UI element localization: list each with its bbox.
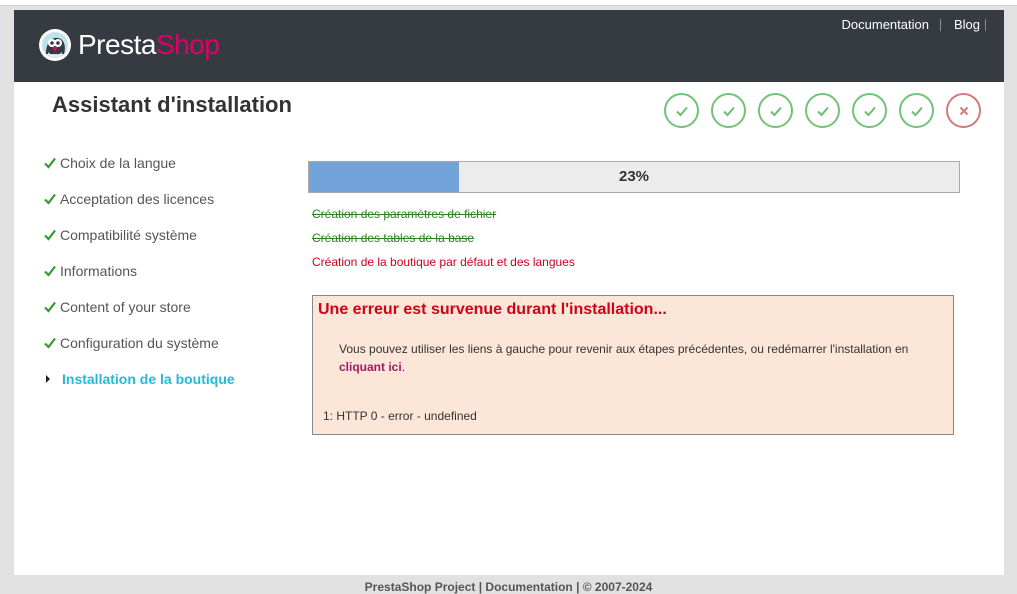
- sidebar-step-label: Informations: [60, 263, 138, 279]
- installer-page: PrestaShop Documentation Blog Assistant …: [14, 10, 1004, 575]
- progress-percent: 23%: [618, 168, 650, 185]
- task-item: Création de la boutique par défaut et de…: [312, 255, 575, 269]
- sidebar-step-label: Installation de la boutique: [62, 371, 235, 387]
- error-panel: Une erreur est survenue durant l'install…: [312, 295, 954, 435]
- nav-separator: [985, 18, 986, 31]
- page-title: Assistant d'installation: [52, 92, 292, 117]
- restart-link[interactable]: cliquant ici: [339, 360, 402, 374]
- progress-bar: 23%: [308, 161, 960, 193]
- error-message-end: .: [401, 360, 406, 374]
- sidebar-step-item[interactable]: Installation de la boutique: [44, 371, 235, 407]
- sidebar-step-label: Configuration du système: [60, 335, 219, 351]
- check-icon: [664, 93, 699, 128]
- logo-text-shop: Shop: [155, 29, 220, 60]
- check-icon: [44, 301, 56, 313]
- sidebar-step-item[interactable]: Acceptation des licences: [44, 191, 235, 227]
- error-message: Vous pouvez utiliser les liens à gauche …: [339, 340, 943, 376]
- puffin-logo-icon: [39, 29, 71, 61]
- logo-text-presta: Presta: [78, 29, 156, 60]
- check-icon: [805, 93, 840, 128]
- sidebar-step-item[interactable]: Choix de la langue: [44, 155, 235, 191]
- sidebar-step-item[interactable]: Configuration du système: [44, 335, 235, 371]
- check-icon: [758, 93, 793, 128]
- error-detail: 1: HTTP 0 - error - undefined: [323, 409, 477, 423]
- check-icon: [44, 265, 56, 277]
- sidebar-step-label: Acceptation des licences: [60, 191, 215, 207]
- sidebar-step-item[interactable]: Compatibilité système: [44, 227, 235, 263]
- check-icon: [44, 193, 56, 205]
- nav-separator: [939, 18, 941, 31]
- nav-link-documentation[interactable]: Documentation: [842, 17, 929, 32]
- prestashop-logo[interactable]: PrestaShop: [38, 28, 220, 62]
- sidebar-step-label: Content of your store: [60, 299, 191, 315]
- task-item: Création des paramètres de fichier: [312, 207, 497, 221]
- check-icon: [44, 229, 56, 241]
- close-icon: [946, 93, 981, 128]
- sidebar-step-item[interactable]: Informations: [44, 263, 235, 299]
- top-nav: Documentation Blog: [842, 17, 986, 32]
- step-status-icons: [664, 93, 981, 128]
- check-icon: [44, 337, 56, 349]
- check-icon: [44, 157, 56, 169]
- nav-link-blog[interactable]: Blog: [954, 17, 980, 32]
- check-icon: [711, 93, 746, 128]
- logo-wordmark: PrestaShop: [78, 28, 220, 62]
- task-item: Création des tables de la base: [312, 231, 475, 245]
- footer-text: PrestaShop Project | Documentation | © 2…: [364, 580, 653, 594]
- install-task-list: Création des paramètres de fichier Créati…: [312, 206, 575, 278]
- header-bar: PrestaShop Documentation Blog: [14, 10, 1004, 82]
- error-title: Une erreur est survenue durant l'install…: [318, 301, 667, 318]
- sidebar-steps: Choix de la langue Acceptation des licenc…: [44, 155, 235, 407]
- sidebar-step-item[interactable]: Content of your store: [44, 299, 235, 335]
- sidebar-step-label: Choix de la langue: [60, 155, 176, 171]
- check-icon: [899, 93, 934, 128]
- browser-top-edge: [0, 0, 1017, 6]
- check-icon: [852, 93, 887, 128]
- sidebar-step-label: Compatibilité système: [60, 227, 197, 243]
- error-message-text: Vous pouvez utiliser les liens à gauche …: [339, 342, 909, 356]
- caret-right-icon: [46, 375, 50, 383]
